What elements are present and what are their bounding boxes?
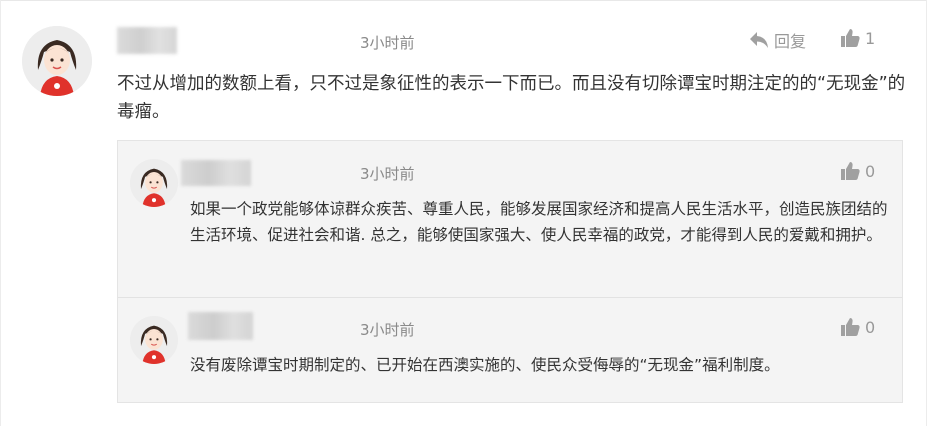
like-count: 0 <box>865 161 876 181</box>
avatar-icon[interactable] <box>130 316 178 364</box>
reply-content: 没有废除谭宝时期制定的、已开始在西澳实施的、使民众受侮辱的“无现金”福利制度。 <box>190 356 780 374</box>
avatar-icon[interactable] <box>130 159 178 207</box>
reply-time: 3小时前 <box>360 321 415 339</box>
reply-button[interactable]: 回复 <box>749 28 806 52</box>
reply-content: 如果一个政党能够体谅群众疾苦、尊重人民，能够发展国家经济和提高人民生活水平，创造… <box>190 200 888 244</box>
top-border <box>0 0 927 1</box>
comment-time: 3小时前 <box>360 34 415 52</box>
avatar-illustration <box>130 159 178 207</box>
reply-divider <box>118 297 902 298</box>
username-blurred[interactable] <box>181 160 251 186</box>
thumbs-up-icon <box>841 162 860 180</box>
thumbs-up-icon <box>841 318 860 336</box>
avatar-icon[interactable] <box>22 26 92 96</box>
like-button[interactable]: 1 <box>840 28 875 48</box>
left-border <box>0 0 1 426</box>
reply-time: 3小时前 <box>360 165 415 183</box>
username-blurred[interactable] <box>188 312 253 340</box>
comment-content: 不过从增加的数额上看，只不过是象征性的表示一下而已。而且没有切除谭宝时期注定的的… <box>117 74 906 122</box>
avatar-illustration <box>22 26 92 96</box>
thumbs-up-icon <box>841 29 860 47</box>
like-count: 1 <box>865 28 876 48</box>
reply-arrow-icon <box>750 32 768 48</box>
like-button[interactable]: 0 <box>840 161 875 181</box>
avatar-illustration <box>130 316 178 364</box>
like-button[interactable]: 0 <box>840 317 875 337</box>
username-blurred[interactable] <box>117 27 177 54</box>
reply-label: 回复 <box>774 32 807 51</box>
like-count: 0 <box>865 317 876 337</box>
